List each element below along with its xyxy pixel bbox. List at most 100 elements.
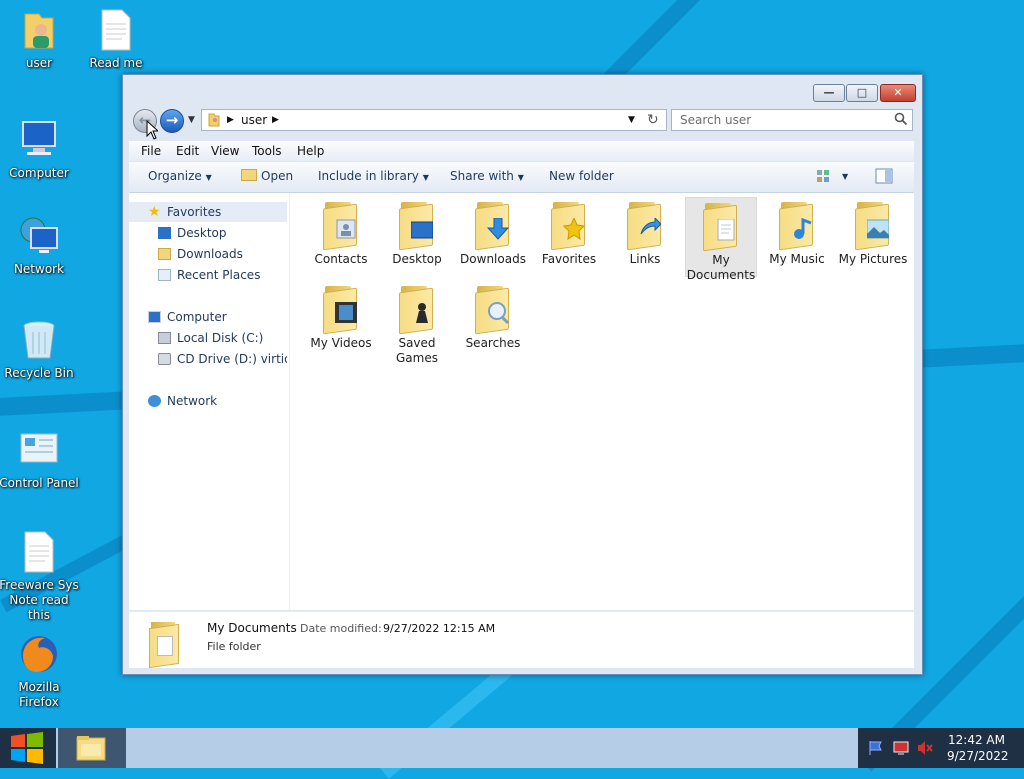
desktop-icon-freeware-note[interactable]: Freeware Sys Note read this	[0, 530, 79, 623]
link-arrow-icon	[640, 218, 661, 235]
folder-label: Downloads	[460, 252, 526, 266]
navigation-pane[interactable]: ★ Favorites Desktop Downloads Recent Pla…	[129, 193, 290, 610]
desktop-icon-label: Recycle Bin	[4, 366, 74, 380]
new-folder-button[interactable]: New folder	[549, 169, 614, 183]
open-button[interactable]: Open	[241, 169, 293, 183]
menu-view[interactable]: View	[211, 144, 239, 158]
folder-icon	[777, 200, 817, 251]
folder-searches[interactable]: Searches	[457, 281, 529, 361]
folder-icon	[321, 200, 361, 251]
chevron-down-icon: ▼	[422, 173, 429, 182]
desktop-icon-firefox[interactable]: Mozilla Firefox	[0, 632, 79, 710]
search-box[interactable]	[671, 109, 913, 131]
nav-item-label: Favorites	[167, 205, 222, 219]
include-in-library-button[interactable]: Include in library ▼	[318, 169, 429, 183]
folder-my-documents[interactable]: My Documents	[685, 197, 757, 282]
folder-label: Contacts	[314, 252, 368, 266]
folder-icon	[76, 736, 106, 761]
desktop-icon-label: Network	[13, 262, 65, 276]
nav-item-network[interactable]: Network	[129, 391, 287, 411]
breadcrumb-separator-icon[interactable]: ▶	[272, 115, 279, 125]
system-tray: 12:42 AM 9/27/2022	[858, 728, 1024, 768]
folder-desktop[interactable]: Desktop	[381, 197, 453, 277]
network-status-icon[interactable]	[892, 740, 910, 759]
volume-muted-icon[interactable]	[916, 740, 934, 759]
control-panel-icon	[17, 428, 61, 472]
desktop-icon-read-me[interactable]: Read me	[76, 8, 156, 71]
menu-file[interactable]: File	[141, 144, 161, 158]
folder-label: Desktop	[392, 252, 442, 266]
recent-pages-dropdown-icon[interactable]: ▼	[188, 115, 195, 125]
file-list[interactable]: Contacts Desktop Downloads Favorites Links My…	[291, 193, 914, 610]
close-button[interactable]: ✕	[880, 84, 916, 102]
details-name: My Documents	[207, 621, 297, 635]
desktop-icon-computer[interactable]: Computer	[0, 118, 79, 181]
title-bar[interactable]: — □ ✕	[123, 75, 922, 107]
computer-icon	[148, 311, 161, 323]
text-document-icon	[17, 530, 61, 574]
nav-item-favorites[interactable]: ★ Favorites	[129, 202, 287, 222]
nav-item-desktop[interactable]: Desktop	[129, 223, 287, 243]
music-note-icon	[794, 218, 812, 239]
maximize-button[interactable]: □	[846, 84, 878, 102]
action-center-flag-icon[interactable]	[868, 740, 884, 759]
folder-label: My Music	[769, 252, 825, 266]
forward-button[interactable]: →	[160, 109, 184, 133]
clock-date[interactable]: 9/27/2022	[947, 749, 1009, 763]
firefox-icon	[17, 632, 61, 676]
folder-label: Links	[629, 252, 661, 266]
folder-contacts[interactable]: Contacts	[305, 197, 377, 277]
nav-item-cd-drive[interactable]: CD Drive (D:) virtio-w	[129, 349, 287, 369]
folder-my-pictures[interactable]: My Pictures	[837, 197, 909, 277]
organize-button[interactable]: Organize ▼	[148, 169, 212, 183]
folder-icon	[549, 200, 589, 251]
nav-item-recent-places[interactable]: Recent Places	[129, 265, 287, 285]
nav-item-label: Desktop	[177, 226, 227, 240]
maximize-icon: □	[856, 86, 868, 99]
breadcrumb-separator-icon[interactable]: ▶	[227, 115, 234, 125]
desktop-icon	[411, 221, 433, 239]
folder-favorites[interactable]: Favorites	[533, 197, 605, 277]
address-bar[interactable]: ▶ user ▶ ▼ ↻	[201, 109, 667, 131]
search-icon[interactable]	[894, 112, 908, 129]
desktop-icon-network[interactable]: Network	[0, 214, 79, 277]
nav-item-local-disk[interactable]: Local Disk (C:)	[129, 328, 287, 348]
view-dropdown-icon[interactable]: ▼	[842, 172, 848, 181]
folder-icon	[701, 201, 741, 252]
address-dropdown-icon[interactable]: ▼	[628, 115, 635, 125]
nav-item-label: Network	[167, 394, 218, 408]
desktop-icon-user[interactable]: user	[0, 8, 79, 71]
details-modified-value: 9/27/2022 12:15 AM	[383, 622, 496, 635]
preview-pane-icon[interactable]	[875, 168, 893, 187]
start-button[interactable]	[0, 728, 56, 768]
folder-label: My Pictures	[838, 252, 908, 266]
desktop-icon-recycle-bin[interactable]: Recycle Bin	[0, 318, 79, 381]
search-input[interactable]	[678, 112, 892, 128]
user-folder-small-icon	[207, 112, 221, 130]
menu-bar: File Edit View Tools Help	[129, 141, 914, 161]
cd-drive-icon	[158, 353, 171, 365]
menu-help[interactable]: Help	[297, 144, 324, 158]
view-options-icon[interactable]	[815, 168, 831, 187]
minimize-button[interactable]: —	[813, 84, 845, 102]
share-with-button[interactable]: Share with ▼	[450, 169, 524, 183]
folder-saved-games[interactable]: Saved Games	[381, 281, 453, 365]
folder-my-videos[interactable]: My Videos	[305, 281, 377, 361]
folder-links[interactable]: Links	[609, 197, 681, 277]
windows-logo-icon	[11, 732, 43, 764]
folder-label: Searches	[465, 336, 521, 350]
refresh-icon[interactable]: ↻	[647, 112, 659, 128]
taskbar-explorer-button[interactable]	[58, 728, 126, 768]
desktop-icon-control-panel[interactable]: Control Panel	[0, 428, 79, 491]
nav-item-downloads[interactable]: Downloads	[129, 244, 287, 264]
nav-item-computer[interactable]: Computer	[129, 307, 287, 327]
recent-places-icon	[158, 269, 171, 281]
clock-time[interactable]: 12:42 AM	[948, 733, 1005, 747]
explorer-window[interactable]: — □ ✕ ← → ▼ ▶ user ▶ ▼ ↻ File Edit View …	[122, 74, 923, 675]
folder-downloads[interactable]: Downloads	[457, 197, 529, 277]
folder-my-music[interactable]: My Music	[761, 197, 833, 277]
menu-tools[interactable]: Tools	[252, 144, 282, 158]
breadcrumb-user[interactable]: user	[241, 113, 267, 127]
menu-edit[interactable]: Edit	[176, 144, 199, 158]
chess-piece-icon	[416, 303, 428, 323]
